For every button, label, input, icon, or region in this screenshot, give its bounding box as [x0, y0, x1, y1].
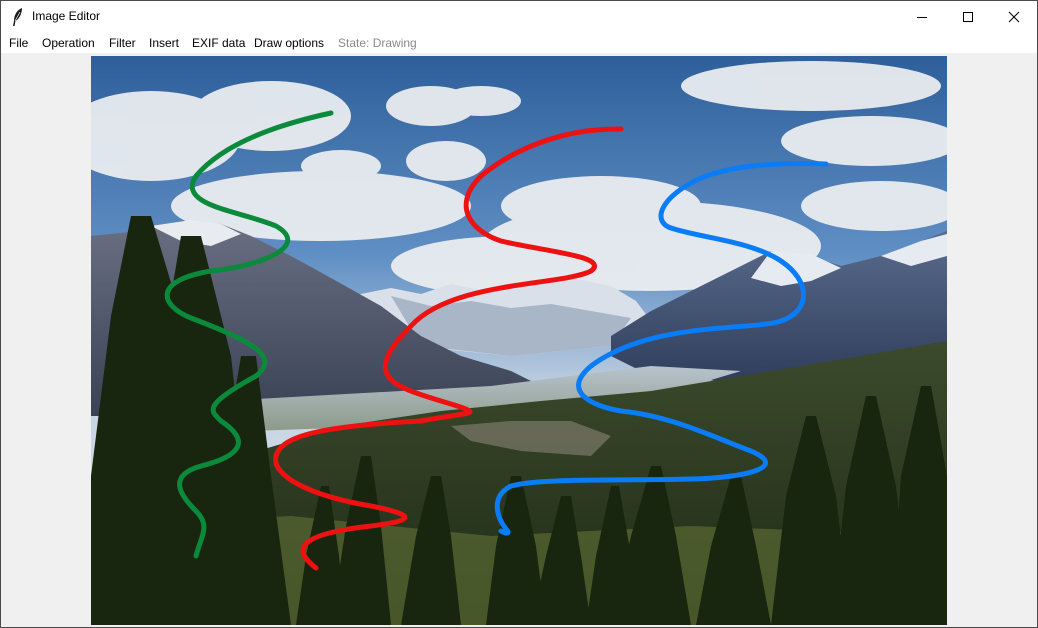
- minimize-button[interactable]: [899, 1, 945, 32]
- image-editor-window: Image Editor File Operation Filter Inser…: [0, 0, 1038, 628]
- menu-insert[interactable]: Insert: [149, 36, 179, 50]
- state-indicator: State: Drawing: [338, 36, 417, 50]
- maximize-button[interactable]: [945, 1, 991, 32]
- menu-bar: File Operation Filter Insert EXIF data D…: [1, 32, 1037, 53]
- close-button[interactable]: [991, 1, 1037, 32]
- close-icon: [1008, 11, 1020, 22]
- maximize-icon: [963, 11, 973, 22]
- menu-exif-data[interactable]: EXIF data: [192, 36, 245, 50]
- title-bar[interactable]: Image Editor: [1, 1, 1037, 32]
- menu-draw-options[interactable]: Draw options: [254, 36, 324, 50]
- menu-file[interactable]: File: [9, 36, 28, 50]
- feather-app-icon: [13, 8, 22, 26]
- minimize-icon: [917, 16, 927, 18]
- window-title: Image Editor: [32, 9, 101, 23]
- menu-filter[interactable]: Filter: [109, 36, 136, 50]
- menu-operation[interactable]: Operation: [42, 36, 95, 50]
- image-canvas[interactable]: [91, 56, 947, 625]
- canvas-area: [1, 53, 1037, 627]
